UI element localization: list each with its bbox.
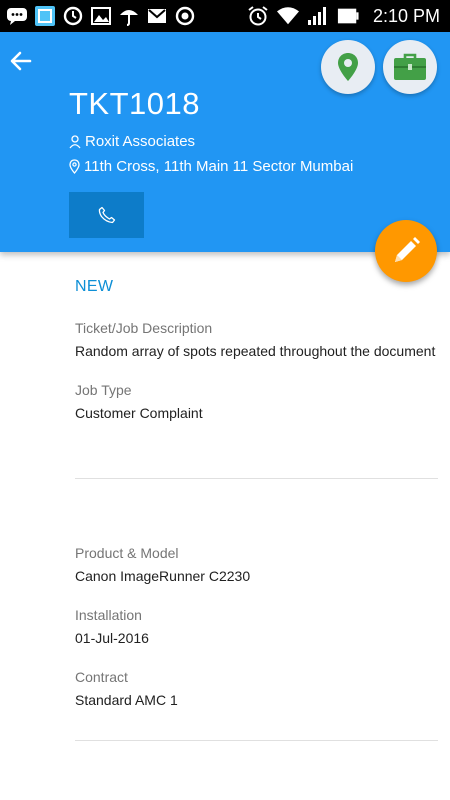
product-field: Product & Model Canon ImageRunner C2230 xyxy=(75,543,438,587)
sync-icon xyxy=(62,5,84,27)
description-field: Ticket/Job Description Random array of s… xyxy=(75,318,438,362)
map-marker-icon xyxy=(69,159,80,174)
address-line: 11th Cross, 11th Main 11 Sector Mumbai xyxy=(69,158,353,175)
location-button[interactable] xyxy=(321,40,375,94)
installation-label: Installation xyxy=(75,607,142,623)
installation-value: 01-Jul-2016 xyxy=(75,630,149,646)
back-arrow-icon xyxy=(10,51,32,71)
contract-label: Contract xyxy=(75,669,128,685)
alarm-icon xyxy=(247,5,269,27)
status-bar: 2:10 PM xyxy=(0,0,450,32)
clock-time: 2:10 PM xyxy=(372,5,440,26)
customer-address: 11th Cross, 11th Main 11 Sector Mumbai xyxy=(84,158,354,175)
back-button[interactable] xyxy=(6,46,36,76)
person-icon xyxy=(69,134,81,148)
chat-bubble-icon xyxy=(6,5,28,27)
record-icon xyxy=(174,5,196,27)
briefcase-icon xyxy=(394,53,426,80)
product-value: Canon ImageRunner C2230 xyxy=(75,568,251,584)
ticket-details: NEW Ticket/Job Description Random array … xyxy=(75,278,438,424)
phone-icon xyxy=(98,206,115,224)
product-label: Product & Model xyxy=(75,545,179,561)
wifi-icon xyxy=(276,5,299,27)
location-pin-icon xyxy=(338,53,358,81)
section-divider xyxy=(75,478,438,479)
section-divider-bottom xyxy=(75,740,438,741)
tablet-app-icon xyxy=(34,5,56,27)
gmail-icon xyxy=(146,5,168,27)
image-icon xyxy=(90,5,112,27)
contract-field: Contract Standard AMC 1 xyxy=(75,667,438,711)
ticket-header: TKT1018 Roxit Associates 11th Cross, 11t… xyxy=(0,32,450,252)
pencil-icon xyxy=(395,237,420,262)
battery-icon xyxy=(337,5,359,27)
customer-name: Roxit Associates xyxy=(85,133,196,150)
product-details: Product & Model Canon ImageRunner C2230 … xyxy=(75,543,438,711)
ticket-status: NEW xyxy=(75,278,114,295)
system-icons: 2:10 PM xyxy=(247,5,440,27)
job-type-field: Job Type Customer Complaint xyxy=(75,380,438,424)
umbrella-icon xyxy=(118,5,140,27)
signal-icon xyxy=(307,5,329,27)
description-label: Ticket/Job Description xyxy=(75,320,213,336)
description-value: Random array of spots repeated throughou… xyxy=(75,343,436,359)
job-type-label: Job Type xyxy=(75,382,132,398)
customer-line: Roxit Associates xyxy=(69,133,195,150)
call-button[interactable] xyxy=(69,192,144,238)
edit-fab-button[interactable] xyxy=(375,220,437,282)
notification-icons xyxy=(6,5,196,27)
ticket-id: TKT1018 xyxy=(69,86,201,121)
contract-value: Standard AMC 1 xyxy=(75,692,178,708)
briefcase-button[interactable] xyxy=(383,40,437,94)
job-type-value: Customer Complaint xyxy=(75,405,203,421)
installation-field: Installation 01-Jul-2016 xyxy=(75,605,438,649)
